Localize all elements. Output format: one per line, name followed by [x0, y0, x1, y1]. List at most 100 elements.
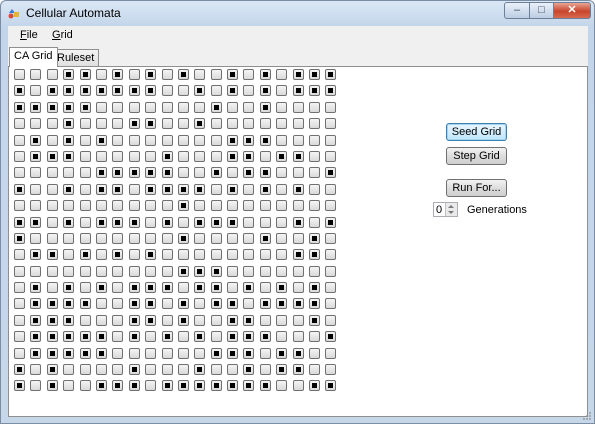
grid-cell[interactable]	[112, 347, 124, 359]
grid-cell[interactable]	[276, 150, 288, 162]
grid-cell[interactable]	[227, 216, 239, 228]
grid-cell[interactable]	[95, 216, 107, 228]
grid-cell[interactable]	[292, 134, 304, 146]
grid-cell[interactable]	[210, 347, 222, 359]
grid-cell[interactable]	[145, 347, 157, 359]
grid-cell[interactable]	[46, 216, 58, 228]
grid-cell[interactable]	[112, 282, 124, 294]
grid-cell[interactable]	[14, 134, 25, 146]
grid-cell[interactable]	[79, 331, 91, 343]
grid-cell[interactable]	[128, 298, 140, 310]
grid-cell[interactable]	[194, 134, 206, 146]
grid-cell[interactable]	[46, 183, 58, 195]
grid-cell[interactable]	[46, 85, 58, 97]
grid-cell[interactable]	[243, 364, 255, 376]
grid-cell[interactable]	[63, 216, 75, 228]
grid-cell[interactable]	[177, 167, 189, 179]
grid-cell[interactable]	[243, 167, 255, 179]
grid-cell[interactable]	[14, 380, 25, 392]
grid-cell[interactable]	[63, 380, 75, 392]
grid-cell[interactable]	[243, 249, 255, 261]
grid-cell[interactable]	[95, 69, 107, 80]
grid-cell[interactable]	[227, 200, 239, 212]
grid-cell[interactable]	[145, 249, 157, 261]
grid-cell[interactable]	[79, 101, 91, 113]
grid-cell[interactable]	[79, 298, 91, 310]
grid-cell[interactable]	[227, 69, 239, 80]
grid-cell[interactable]	[194, 118, 206, 130]
grid-cell[interactable]	[128, 380, 140, 392]
grid-cell[interactable]	[259, 364, 271, 376]
grid-cell[interactable]	[95, 380, 107, 392]
grid-cell[interactable]	[79, 134, 91, 146]
grid-cell[interactable]	[194, 200, 206, 212]
grid-cell[interactable]	[30, 232, 42, 244]
grid-cell[interactable]	[243, 134, 255, 146]
grid-cell[interactable]	[177, 265, 189, 277]
grid-cell[interactable]	[309, 183, 321, 195]
grid-cell[interactable]	[95, 314, 107, 326]
grid-cell[interactable]	[46, 347, 58, 359]
grid-cell[interactable]	[63, 101, 75, 113]
grid-cell[interactable]	[210, 69, 222, 80]
grid-cell[interactable]	[30, 134, 42, 146]
grid-cell[interactable]	[95, 249, 107, 261]
grid-cell[interactable]	[30, 101, 42, 113]
grid-cell[interactable]	[325, 298, 337, 310]
grid-cell[interactable]	[63, 314, 75, 326]
grid-cell[interactable]	[79, 232, 91, 244]
grid-cell[interactable]	[276, 167, 288, 179]
grid-cell[interactable]	[95, 85, 107, 97]
grid-cell[interactable]	[128, 314, 140, 326]
grid-cell[interactable]	[145, 200, 157, 212]
grid-cell[interactable]	[79, 314, 91, 326]
grid-cell[interactable]	[112, 380, 124, 392]
grid-cell[interactable]	[325, 282, 337, 294]
grid-cell[interactable]	[259, 69, 271, 80]
grid-cell[interactable]	[79, 69, 91, 80]
grid-cell[interactable]	[46, 232, 58, 244]
grid-cell[interactable]	[177, 216, 189, 228]
grid-cell[interactable]	[145, 118, 157, 130]
grid-cell[interactable]	[210, 364, 222, 376]
grid-cell[interactable]	[14, 85, 25, 97]
grid-cell[interactable]	[14, 167, 25, 179]
grid-cell[interactable]	[161, 347, 173, 359]
grid-cell[interactable]	[210, 118, 222, 130]
grid-cell[interactable]	[128, 150, 140, 162]
grid-cell[interactable]	[112, 216, 124, 228]
grid-cell[interactable]	[292, 314, 304, 326]
grid-cell[interactable]	[30, 69, 42, 80]
grid-cell[interactable]	[112, 249, 124, 261]
grid-cell[interactable]	[177, 249, 189, 261]
grid-cell[interactable]	[63, 331, 75, 343]
grid-cell[interactable]	[145, 265, 157, 277]
grid-cell[interactable]	[325, 150, 337, 162]
grid-cell[interactable]	[276, 118, 288, 130]
grid-cell[interactable]	[194, 183, 206, 195]
grid-cell[interactable]	[14, 282, 25, 294]
grid-cell[interactable]	[194, 216, 206, 228]
grid-cell[interactable]	[30, 347, 42, 359]
grid-cell[interactable]	[194, 282, 206, 294]
grid-cell[interactable]	[161, 69, 173, 80]
grid-cell[interactable]	[276, 380, 288, 392]
grid-cell[interactable]	[309, 118, 321, 130]
grid-cell[interactable]	[276, 183, 288, 195]
grid-cell[interactable]	[14, 69, 25, 80]
grid-cell[interactable]	[161, 200, 173, 212]
grid-cell[interactable]	[79, 265, 91, 277]
grid-cell[interactable]	[259, 331, 271, 343]
grid-cell[interactable]	[210, 265, 222, 277]
grid-cell[interactable]	[112, 150, 124, 162]
grid-cell[interactable]	[112, 167, 124, 179]
seed-grid-button[interactable]: Seed Grid	[446, 123, 507, 141]
grid-cell[interactable]	[227, 347, 239, 359]
grid-cell[interactable]	[276, 347, 288, 359]
resize-grip-icon[interactable]	[582, 411, 592, 421]
grid-cell[interactable]	[259, 118, 271, 130]
grid-cell[interactable]	[145, 331, 157, 343]
title-bar[interactable]: Cellular Automata ‒ □ ✕	[1, 1, 594, 25]
grid-cell[interactable]	[292, 347, 304, 359]
grid-cell[interactable]	[210, 101, 222, 113]
